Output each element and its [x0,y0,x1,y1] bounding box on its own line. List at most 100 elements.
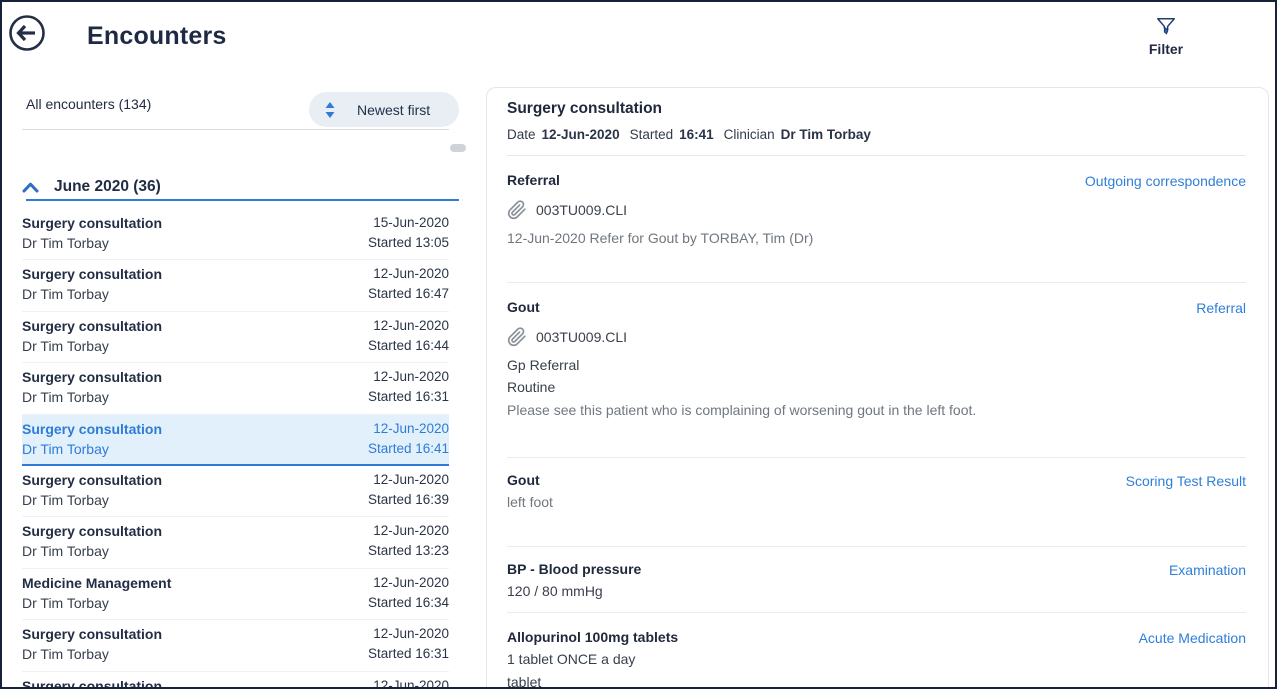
encounter-date: 12-Jun-2020 [368,471,449,489]
encounter-date: 12-Jun-2020 [368,368,449,386]
encounter-clinician: Dr Tim Torbay [22,337,162,355]
section-text: tablet [507,673,1246,689]
encounter-clinician: Dr Tim Torbay [22,285,162,303]
encounter-title: Surgery consultation [22,677,162,689]
attachment-row[interactable]: 003TU009.CLI [507,200,1246,220]
section-text: 120 / 80 mmHg [507,582,1246,601]
encounter-list-item[interactable]: Surgery consultation 12-Jun-2020 [22,672,449,689]
attachment-filename: 003TU009.CLI [536,202,627,218]
encounter-title: Surgery consultation [22,368,162,386]
detail-meta-row: Date12-Jun-2020 Started16:41 ClinicianDr… [507,127,1246,156]
section-text: left foot [507,493,1246,512]
paperclip-icon [507,327,527,347]
started-value: 16:41 [679,127,714,142]
back-arrow-icon [8,14,46,52]
encounter-started: Started 16:41 [368,440,449,458]
encounter-title: Surgery consultation [22,625,162,643]
section-text: 1 tablet ONCE a day [507,650,1246,669]
encounter-list-panel: All encounters (134) Newest first June 2… [2,86,468,689]
encounter-started: Started 16:44 [368,337,449,355]
encounter-started: Started 16:31 [368,388,449,406]
encounter-date: 12-Jun-2020 [368,265,449,283]
section-title: BP - Blood pressure [507,561,641,577]
encounter-date: 12-Jun-2020 [368,420,449,438]
encounter-list-item[interactable]: Surgery consultation Dr Tim Torbay 12-Jun… [22,363,449,414]
section-text: 12-Jun-2020 Refer for Gout by TORBAY, Ti… [507,229,1246,248]
section-title: Gout [507,299,540,315]
encounter-clinician: Dr Tim Torbay [22,491,162,509]
encounters-window: Encounters Filter All encounters (134) N… [0,0,1277,689]
detail-section-gout-scoring: Gout Scoring Test Result left foot [507,458,1246,547]
back-button[interactable] [8,14,46,52]
chevron-up-icon [22,182,39,193]
started-label: Started [630,127,674,142]
encounter-title: Surgery consultation [22,317,162,335]
month-group-header[interactable]: June 2020 (36) [22,172,459,202]
encounter-list-item[interactable]: Surgery consultation Dr Tim Torbay 12-Jun… [22,312,449,363]
encounter-clinician: Dr Tim Torbay [22,542,162,560]
encounter-detail-panel: Surgery consultation Date12-Jun-2020 Sta… [486,87,1269,689]
encounter-list-item[interactable]: Surgery consultation Dr Tim Torbay 12-Jun… [22,260,449,311]
section-text: Please see this patient who is complaini… [507,401,1246,420]
encounter-clinician: Dr Tim Torbay [22,645,162,663]
encounter-clinician: Dr Tim Torbay [22,234,162,252]
section-type-link[interactable]: Examination [1169,561,1246,580]
sort-order-button[interactable]: Newest first [309,92,459,127]
encounter-list-item[interactable]: Surgery consultation Dr Tim Torbay 12-Jun… [22,620,449,671]
paperclip-icon [507,200,527,220]
section-text: Gp Referral [507,356,1246,375]
encounter-clinician: Dr Tim Torbay [22,594,171,612]
list-header-divider [22,129,449,130]
encounter-title: Surgery consultation [22,214,162,232]
detail-section-medication: Allopurinol 100mg tablets Acute Medicati… [507,613,1246,689]
encounter-list-item[interactable]: Medicine Management Dr Tim Torbay 12-Jun-… [22,569,449,620]
encounter-title: Medicine Management [22,574,171,592]
filter-label: Filter [1149,41,1183,57]
section-type-link[interactable]: Acute Medication [1139,629,1246,648]
encounter-list-item[interactable]: Surgery consultation Dr Tim Torbay 12-Jun… [22,466,449,517]
month-group-label: June 2020 (36) [54,178,161,196]
detail-section-referral: Referral Outgoing correspondence 003TU00… [507,156,1246,283]
section-title: Allopurinol 100mg tablets [507,629,678,645]
encounter-started: Started 13:05 [368,234,449,252]
detail-section-gout-referral: Gout Referral 003TU009.CLI Gp Referral R… [507,283,1246,459]
encounter-started: Started 16:31 [368,645,449,663]
encounter-started: Started 16:34 [368,594,449,612]
encounter-title: Surgery consultation [22,420,162,438]
clinician-label: Clinician [724,127,775,142]
encounter-list-item[interactable]: Surgery consultation Dr Tim Torbay 15-Jun… [22,209,449,260]
encounter-date: 12-Jun-2020 [368,317,449,335]
page-title: Encounters [87,22,227,51]
section-type-link[interactable]: Scoring Test Result [1126,472,1246,491]
encounter-date: 15-Jun-2020 [368,214,449,232]
encounter-list: Surgery consultation Dr Tim Torbay 15-Jun… [22,209,449,689]
encounter-title: Surgery consultation [22,522,162,540]
list-scrollbar-thumb[interactable] [450,144,466,152]
encounter-list-item[interactable]: Surgery consultation Dr Tim Torbay 12-Jun… [22,517,449,568]
section-type-link[interactable]: Referral [1196,299,1246,318]
date-label: Date [507,127,536,142]
all-encounters-count: All encounters (134) [26,96,151,112]
encounter-clinician: Dr Tim Torbay [22,440,162,458]
filter-button[interactable]: Filter [1138,16,1194,64]
section-title: Gout [507,472,540,488]
attachment-filename: 003TU009.CLI [536,329,627,345]
encounter-started: Started 13:23 [368,542,449,560]
filter-funnel-icon [1155,16,1177,38]
encounter-clinician: Dr Tim Torbay [22,388,162,406]
detail-section-blood-pressure: BP - Blood pressure Examination 120 / 80… [507,547,1246,614]
attachment-row[interactable]: 003TU009.CLI [507,327,1246,347]
encounter-list-item-selected[interactable]: Surgery consultation Dr Tim Torbay 12-Jun… [22,415,449,466]
encounter-date: 12-Jun-2020 [368,522,449,540]
encounter-date: 12-Jun-2020 [368,574,449,592]
section-text: Routine [507,378,1246,397]
section-type-link[interactable]: Outgoing correspondence [1085,172,1246,191]
section-title: Referral [507,172,560,188]
encounter-date: 12-Jun-2020 [368,625,449,643]
detail-title: Surgery consultation [507,100,1246,118]
sort-arrows-icon [325,102,335,118]
encounter-title: Surgery consultation [22,471,162,489]
clinician-value: Dr Tim Torbay [781,127,871,142]
encounter-started: Started 16:39 [368,491,449,509]
encounter-title: Surgery consultation [22,265,162,283]
